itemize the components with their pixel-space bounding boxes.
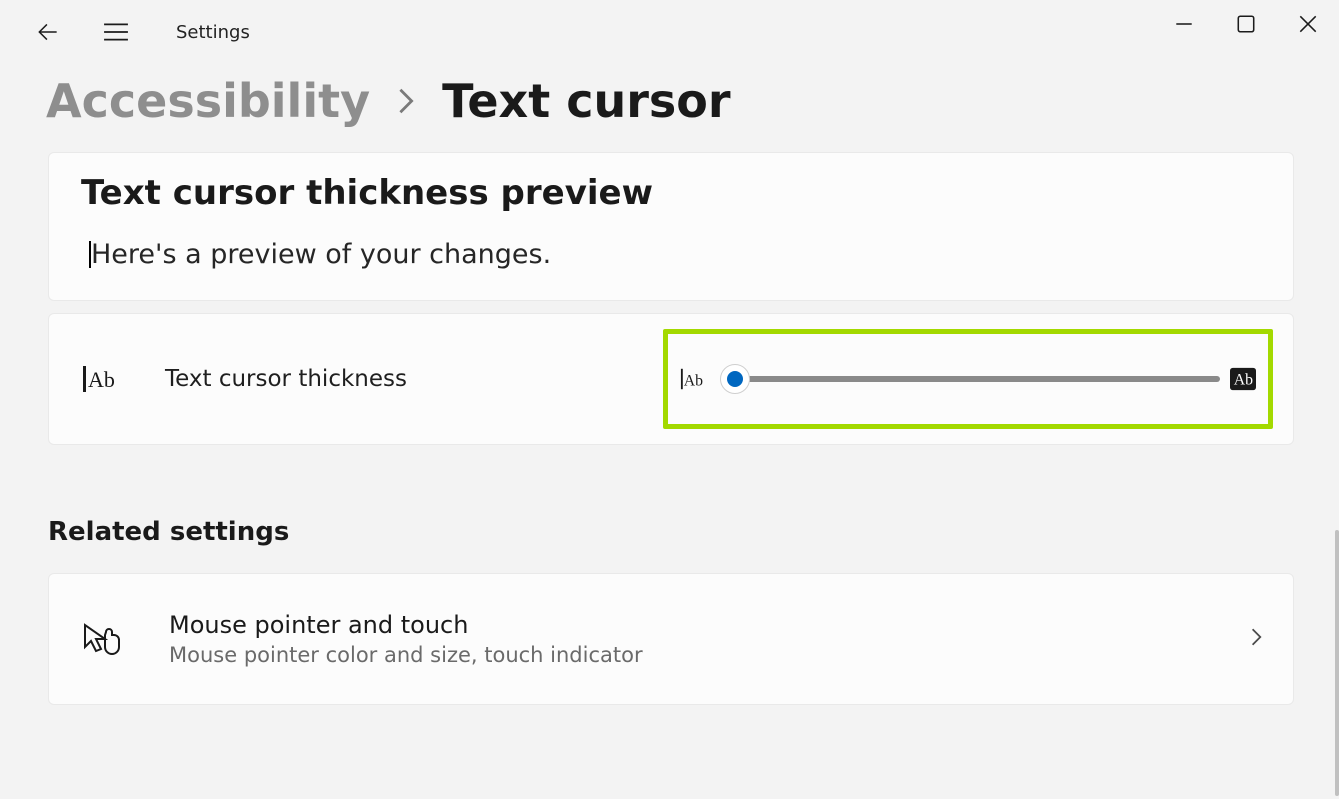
thickness-slider-card: Ab Text cursor thickness Ab Ab — [48, 313, 1294, 445]
hamburger-icon — [103, 22, 129, 42]
svg-text:Ab: Ab — [684, 373, 703, 390]
slider-min-icon: Ab — [680, 366, 706, 392]
thickness-slider[interactable] — [720, 367, 1220, 391]
back-button[interactable] — [24, 8, 72, 56]
preview-text: Here's a preview of your changes. — [81, 239, 1261, 270]
window-controls — [1153, 0, 1339, 48]
preview-text-content: Here's a preview of your changes. — [91, 239, 551, 270]
maximize-icon — [1237, 15, 1255, 33]
breadcrumb: Accessibility Text cursor — [0, 64, 1339, 152]
slider-track — [732, 376, 1220, 382]
close-icon — [1299, 15, 1317, 33]
cursor-ab-icon: Ab — [81, 361, 117, 397]
svg-text:Ab: Ab — [1234, 372, 1253, 389]
content-area: Text cursor thickness preview Here's a p… — [0, 152, 1339, 705]
mouse-pointer-touch-link[interactable]: Mouse pointer and touch Mouse pointer co… — [48, 573, 1294, 705]
scroll-indicator[interactable] — [1335, 530, 1339, 796]
titlebar: Settings — [0, 0, 1339, 64]
thickness-slider-highlight: Ab Ab — [663, 329, 1273, 429]
slider-thumb[interactable] — [720, 364, 750, 394]
breadcrumb-current: Text cursor — [442, 74, 731, 128]
slider-max-icon: Ab — [1230, 366, 1256, 392]
app-title: Settings — [176, 22, 250, 43]
close-button[interactable] — [1277, 0, 1339, 48]
svg-text:Ab: Ab — [88, 367, 115, 392]
slider-thumb-inner — [727, 371, 743, 387]
link-subtitle: Mouse pointer color and size, touch indi… — [169, 643, 643, 667]
breadcrumb-parent[interactable]: Accessibility — [46, 74, 370, 128]
text-cursor-indicator — [89, 241, 91, 268]
maximize-button[interactable] — [1215, 0, 1277, 48]
back-arrow-icon — [35, 19, 61, 45]
thickness-preview-card: Text cursor thickness preview Here's a p… — [48, 152, 1294, 301]
chevron-right-icon — [1249, 626, 1265, 652]
related-settings-heading: Related settings — [48, 517, 1295, 547]
chevron-right-icon — [396, 87, 416, 115]
link-title: Mouse pointer and touch — [169, 611, 643, 639]
menu-button[interactable] — [92, 8, 140, 56]
minimize-icon — [1175, 15, 1193, 33]
link-text-group: Mouse pointer and touch Mouse pointer co… — [169, 611, 643, 667]
minimize-button[interactable] — [1153, 0, 1215, 48]
mouse-pointer-touch-icon — [81, 618, 123, 660]
thickness-label: Text cursor thickness — [165, 366, 407, 392]
preview-heading: Text cursor thickness preview — [81, 173, 1261, 213]
